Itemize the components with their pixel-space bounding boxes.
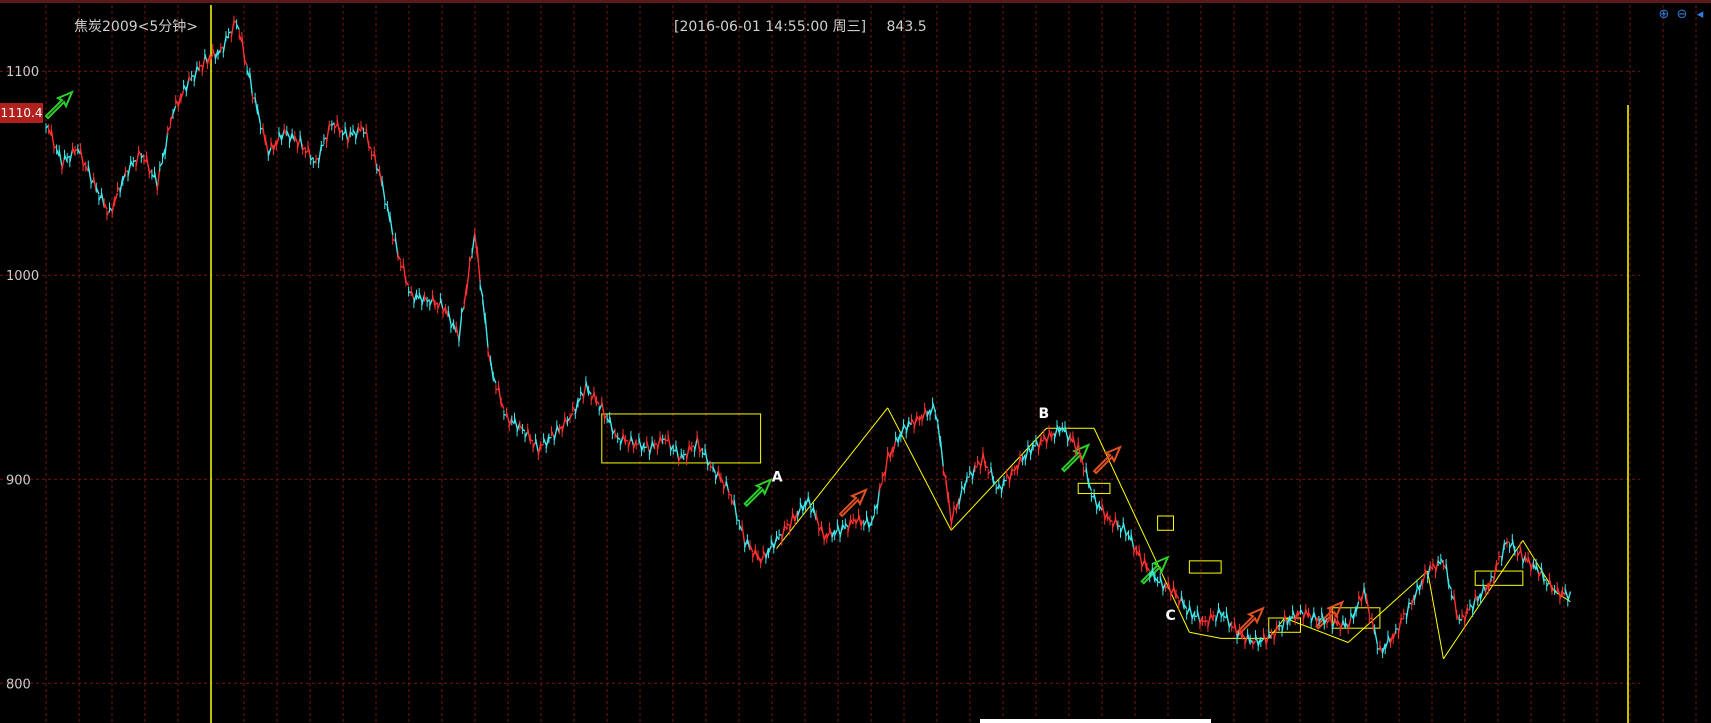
range-box: [1157, 515, 1174, 531]
chart-title: 焦炭2009<5分钟>: [74, 19, 198, 35]
grid-layer: [0, 5, 1697, 723]
signal-arrow-icon: [44, 90, 74, 120]
trend-line: [1427, 570, 1444, 659]
y-axis: 800 900 1000 1100: [6, 65, 39, 692]
price-series: [45, 15, 1572, 658]
y-tick-label: 1000: [6, 269, 39, 284]
zoom-controls: ⊕ ⊖ ◂: [1657, 8, 1707, 22]
kline-chart[interactable]: 800 900 1000 1100 A B C 焦炭2009<5分钟> [2016-06-…: [0, 0, 1711, 723]
signal-arrow-icon: [1092, 445, 1122, 475]
trend-line: [1093, 428, 1190, 633]
signal-arrow-icon: [838, 488, 868, 518]
range-box: [1188, 560, 1222, 574]
arrow-left-icon[interactable]: ◂: [1693, 8, 1707, 22]
chart-canvas[interactable]: 800 900 1000 1100 A B C: [0, 0, 1711, 723]
cursor-info: [2016-06-01 14:55:00 周三] 843.5: [674, 16, 943, 36]
y-tick-label: 900: [6, 473, 31, 488]
y-tick-label: 1100: [6, 65, 39, 80]
zoom-in-icon[interactable]: ⊕: [1657, 8, 1671, 22]
signal-arrow-icon: [743, 477, 773, 508]
cursor-price: 843.5: [886, 19, 927, 35]
trend-line: [1189, 631, 1222, 639]
last-price-tag: 1110.4: [0, 103, 43, 123]
wave-label: C: [1166, 608, 1176, 624]
wave-label: A: [772, 469, 783, 485]
y-tick-label: 800: [6, 677, 31, 692]
cursor-datetime: [2016-06-01 14:55:00 周三]: [674, 19, 867, 35]
trend-line: [1443, 540, 1524, 660]
scroll-indicator[interactable]: [980, 719, 1211, 723]
trend-line: [887, 407, 952, 531]
signal-arrow-icon: [1235, 606, 1265, 636]
range-box: [1474, 570, 1524, 586]
wave-label: B: [1039, 406, 1050, 422]
annotation-layer: [44, 90, 1571, 660]
zoom-out-icon[interactable]: ⊖: [1675, 8, 1689, 22]
